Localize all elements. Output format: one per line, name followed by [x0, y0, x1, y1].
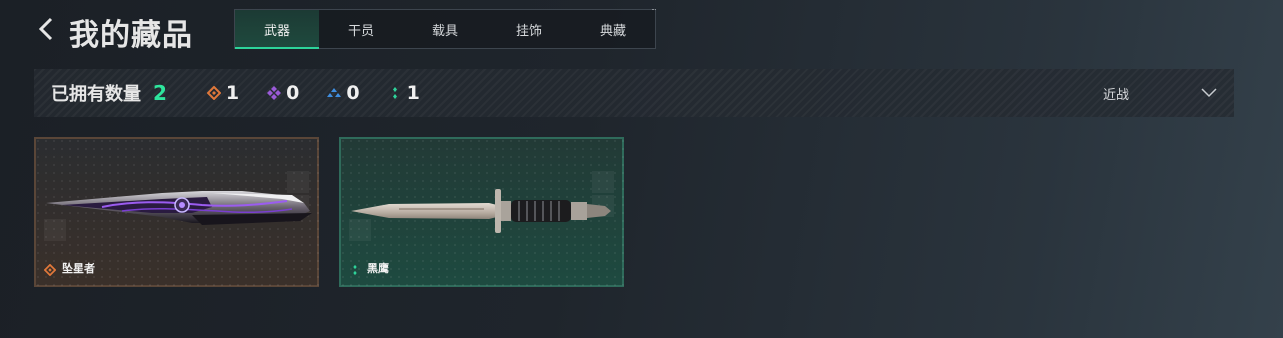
collection-card[interactable]: 坠星者 — [34, 137, 319, 287]
category-tabs: 武器 干员 载具 挂饰 典藏 — [234, 9, 656, 49]
tab-vehicles[interactable]: 载具 — [403, 10, 487, 48]
chevron-left-icon — [38, 17, 53, 41]
weapon-image — [46, 191, 312, 225]
orange-diamond-icon — [206, 86, 221, 100]
orange-diamond-icon — [44, 264, 56, 276]
rarity-count-blue: 0 — [327, 82, 360, 104]
tab-operators[interactable]: 干员 — [319, 10, 403, 48]
rarity-count-green: 1 — [388, 82, 420, 104]
rarity-count-value: 1 — [406, 82, 420, 104]
tab-weapons[interactable]: 武器 — [235, 10, 319, 49]
card-item-name: 黑鹰 — [367, 262, 389, 275]
page-title: 我的藏品 — [69, 18, 193, 53]
back-button[interactable] — [34, 14, 60, 44]
tab-collection[interactable]: 典藏 — [571, 10, 655, 48]
rarity-count-value: 1 — [225, 82, 240, 104]
weapon-image — [351, 189, 611, 233]
owned-count-label: 已拥有数量 — [51, 84, 141, 105]
chevron-down-icon — [1201, 88, 1217, 98]
weapon-type-filter[interactable]: 近战 — [1103, 69, 1217, 117]
rarity-count-value: 0 — [286, 82, 300, 104]
green-dots-icon — [353, 264, 357, 276]
green-dots-icon — [392, 87, 397, 99]
owned-stats-bar: 已拥有数量 2 1 0 0 1 近战 — [34, 69, 1234, 117]
purple-diamond-icon — [267, 86, 282, 100]
rarity-count-value: 0 — [346, 82, 360, 104]
card-item-name: 坠星者 — [62, 262, 95, 275]
tab-charms[interactable]: 挂饰 — [487, 10, 571, 48]
rarity-count-orange: 1 — [206, 82, 240, 104]
filter-selected-value: 近战 — [1102, 87, 1129, 103]
owned-count-value: 2 — [153, 81, 167, 105]
blue-triangle-icon — [327, 88, 342, 97]
rarity-count-purple: 0 — [267, 82, 299, 104]
collection-card[interactable]: 黑鹰 — [339, 137, 624, 287]
